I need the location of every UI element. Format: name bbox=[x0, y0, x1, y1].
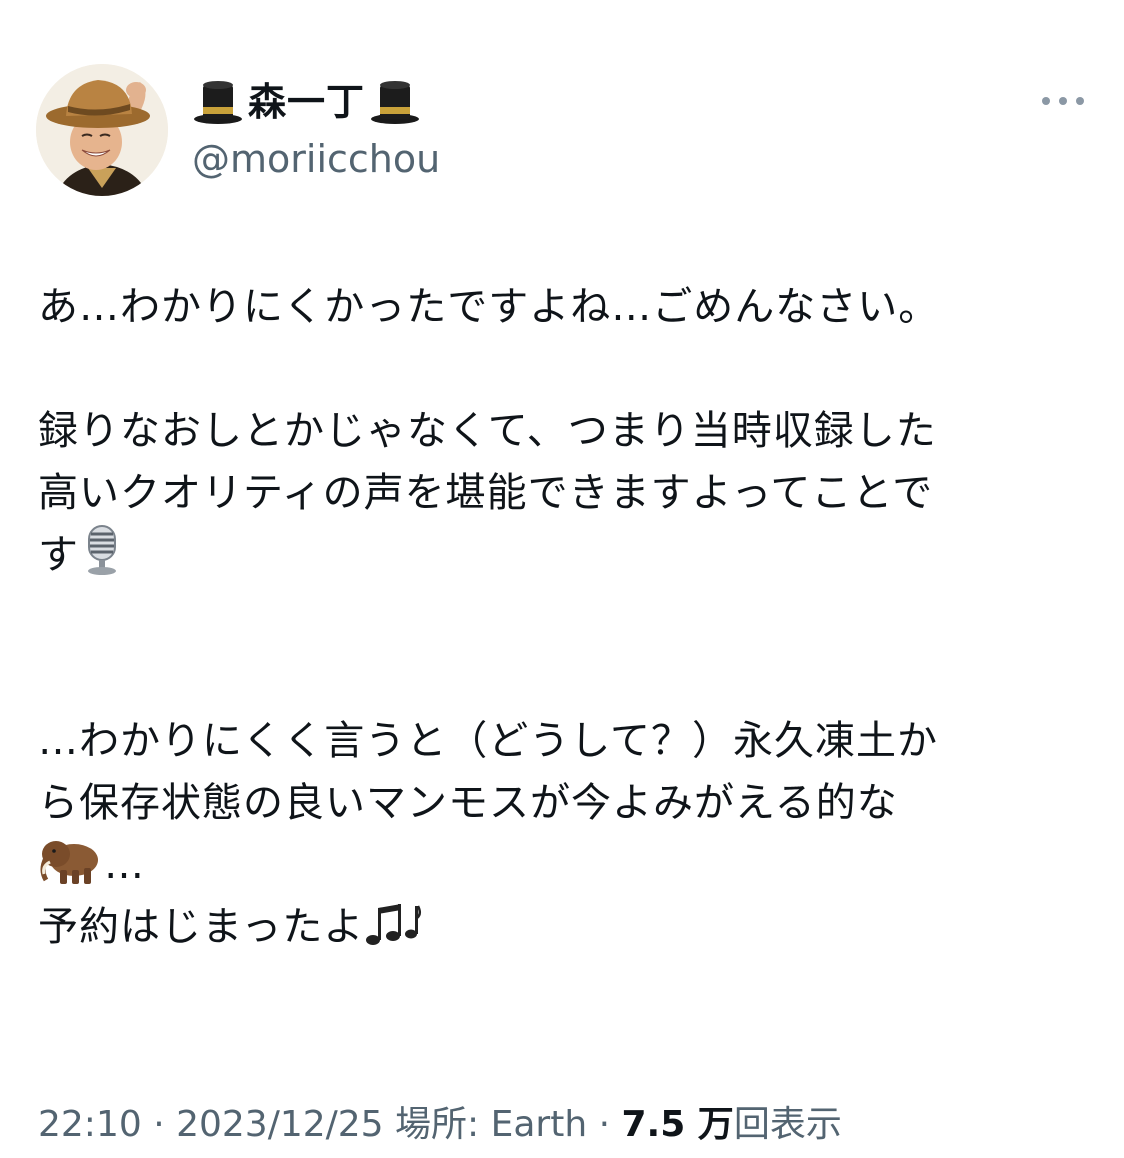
display-name: 森一丁 bbox=[248, 80, 366, 124]
top-hat-icon bbox=[369, 79, 421, 125]
author-handle[interactable]: @moriicchou bbox=[192, 134, 440, 184]
more-options-button[interactable] bbox=[1036, 84, 1090, 118]
tweet-line: 録りなおしとかじゃなくて、つまり当時収録した bbox=[38, 408, 937, 454]
tweet-line-with-emoji: す bbox=[38, 524, 1098, 586]
tweet-line-with-emoji: … bbox=[38, 834, 1098, 896]
tweet-line-with-emoji: 予約はじまったよ bbox=[38, 896, 1098, 958]
views-label: 回表示 bbox=[733, 1104, 842, 1145]
tweet-location: 場所: Earth bbox=[383, 1104, 588, 1145]
views-count: 7.5 万 bbox=[621, 1104, 734, 1145]
tweet-line: ら保存状態の良いマンモスが今よみがえる的な bbox=[38, 780, 898, 826]
meta-separator: · bbox=[141, 1104, 177, 1145]
avatar-image bbox=[36, 64, 168, 196]
tweet-text: あ…わかりにくかったですよね…ごめんなさい。 録りなおしとかじゃなくて、つまり当… bbox=[38, 276, 1098, 958]
avatar[interactable] bbox=[36, 64, 168, 196]
tweet-line: あ…わかりにくかったですよね…ごめんなさい。 bbox=[38, 284, 940, 330]
tweet-detail: 森一丁 @moriicchou あ…わかりにくかったですよね…ごめんなさい。 録… bbox=[0, 0, 1124, 1158]
mammoth-icon bbox=[38, 836, 104, 886]
tweet-line: 高いクオリティの声を堪能できますよってことで bbox=[38, 470, 934, 516]
musical-notes-icon bbox=[364, 900, 422, 948]
tweet-time[interactable]: 22:10 bbox=[38, 1104, 142, 1145]
more-dots-icon bbox=[1042, 97, 1084, 105]
tweet-line: す bbox=[38, 532, 79, 578]
tweet-line: 予約はじまったよ bbox=[38, 904, 365, 950]
studio-microphone-icon bbox=[79, 524, 125, 576]
tweet-meta: 22:10 · 2023/12/25 場所: Earth · 7.5 万回表示 bbox=[38, 1100, 842, 1150]
top-hat-icon bbox=[192, 79, 244, 125]
tweet-date[interactable]: 2023/12/25 bbox=[176, 1104, 384, 1145]
author-name-row[interactable]: 森一丁 bbox=[192, 76, 421, 128]
tweet-line: … bbox=[104, 842, 145, 888]
tweet-line: …わかりにくく言うと（どうして？）永久凍土か bbox=[38, 718, 938, 764]
meta-separator: · bbox=[587, 1104, 622, 1145]
